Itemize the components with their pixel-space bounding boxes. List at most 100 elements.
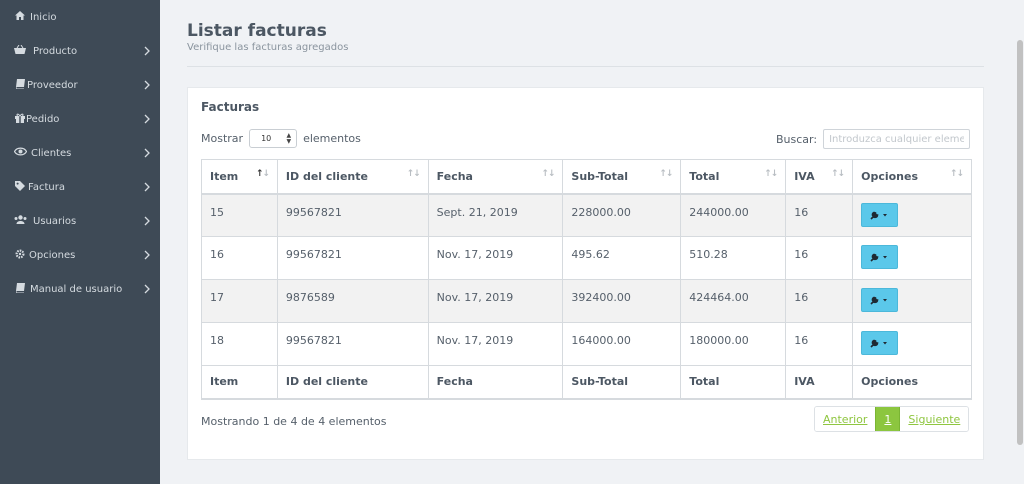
sort-icon: ↑↓ xyxy=(764,169,778,179)
cell-fecha: Nov. 17, 2019 xyxy=(427,279,564,323)
sort-icon: ↑↓ xyxy=(406,169,421,179)
cell-id-cliente: 99567821 xyxy=(276,236,429,280)
search-control: Buscar: xyxy=(776,129,971,149)
cell-id-cliente: 9876589 xyxy=(276,279,429,323)
column-footer-iva: IVA xyxy=(785,365,854,399)
wrench-icon xyxy=(870,211,887,220)
search-label: Buscar: xyxy=(776,132,818,146)
sidebar-item-factura[interactable]: Factura xyxy=(0,172,160,202)
column-header-total[interactable]: Total ↑↓ xyxy=(680,159,787,195)
search-input[interactable] xyxy=(823,129,971,149)
page-length-control: Mostrar 10 ▲ ▼ elementos xyxy=(201,129,361,148)
column-header-item[interactable]: Item ↑↓ xyxy=(201,159,278,195)
page-scrollbar[interactable] xyxy=(1016,0,1024,484)
options-dropdown-button[interactable] xyxy=(861,245,899,269)
wrench-icon xyxy=(870,339,887,348)
cell-item: 15 xyxy=(201,193,278,237)
cell-fecha: Sept. 21, 2019 xyxy=(427,193,564,237)
prev-page-button[interactable]: Anterior xyxy=(815,407,876,431)
page-button-current[interactable]: 1 xyxy=(875,407,901,431)
chevron-right-icon xyxy=(142,80,152,90)
column-header-subtotal[interactable]: Sub-Total ↑↓ xyxy=(562,159,682,195)
book-icon xyxy=(14,282,26,296)
column-footer-item: Item xyxy=(201,365,278,399)
cell-item: 16 xyxy=(201,236,278,280)
sort-asc-icon: ↑↓ xyxy=(255,169,270,179)
elements-label: elementos xyxy=(303,132,361,145)
cell-item: 17 xyxy=(201,279,278,323)
sidebar-item-proveedor[interactable]: Proveedor xyxy=(0,70,160,100)
page-title: Listar facturas xyxy=(187,21,327,41)
show-label: Mostrar xyxy=(201,132,244,145)
sidebar-item-label: Factura xyxy=(28,181,65,193)
cell-opciones xyxy=(852,193,972,237)
cell-subtotal: 495.62 xyxy=(562,236,682,280)
sidebar-item-clientes[interactable]: Clientes xyxy=(0,138,160,168)
sidebar-item-opciones[interactable]: Opciones xyxy=(0,240,160,270)
cell-item: 18 xyxy=(201,322,278,366)
column-footer-total: Total xyxy=(680,365,787,399)
sidebar-item-label: Inicio xyxy=(30,11,57,23)
column-header-label: ID del cliente xyxy=(285,169,368,183)
chevron-right-icon xyxy=(142,250,152,260)
book-icon xyxy=(14,78,26,92)
sidebar-item-pedido[interactable]: Pedido xyxy=(0,104,160,134)
column-footer-opciones: Opciones xyxy=(852,365,972,399)
sidebar-item-inicio[interactable]: Inicio xyxy=(0,2,160,32)
sort-icon: ↑↓ xyxy=(831,169,845,179)
home-icon xyxy=(14,11,26,23)
table-footer-row: Item ID del cliente Fecha Sub-Total Tota… xyxy=(201,365,972,399)
cell-subtotal: 392400.00 xyxy=(562,279,682,323)
cell-subtotal: 228000.00 xyxy=(562,193,682,237)
page-length-value: 10 xyxy=(261,134,272,143)
cell-total: 180000.00 xyxy=(680,322,787,366)
column-header-label: Item xyxy=(210,169,239,183)
facturas-table: Item ↑↓ ID del cliente ↑↓ Fecha ↑↓ Sub-Tota… xyxy=(201,159,972,400)
sidebar-item-label: Pedido xyxy=(26,113,60,125)
table-header-row: Item ↑↓ ID del cliente ↑↓ Fecha ↑↓ Sub-Tota… xyxy=(201,159,972,195)
select-arrows-icon: ▲ ▼ xyxy=(286,132,292,145)
page-length-select[interactable]: 10 ▲ ▼ xyxy=(249,129,298,148)
chevron-right-icon xyxy=(142,182,152,192)
sidebar-item-label: Opciones xyxy=(29,249,76,261)
cell-id-cliente: 99567821 xyxy=(276,193,429,237)
sidebar-item-usuarios[interactable]: Usuarios xyxy=(0,206,160,236)
sidebar-item-manual[interactable]: Manual de usuario xyxy=(0,274,160,304)
sidebar-item-producto[interactable]: Producto xyxy=(0,36,160,66)
eye-icon xyxy=(13,147,28,159)
sidebar: Inicio Producto Proveedor Pedido Cliente… xyxy=(0,0,160,484)
column-header-opciones[interactable]: Opciones ↑↓ xyxy=(852,159,972,195)
wrench-icon xyxy=(870,253,887,262)
sidebar-item-label: Producto xyxy=(33,45,78,57)
cell-total: 510.28 xyxy=(680,236,787,280)
panel-title: Facturas xyxy=(201,100,260,114)
page-subtitle: Verifique las facturas agregados xyxy=(187,42,349,53)
column-header-label: Opciones xyxy=(861,169,919,183)
options-dropdown-button[interactable] xyxy=(861,288,899,312)
options-dropdown-button[interactable] xyxy=(861,202,899,227)
scrollbar-thumb[interactable] xyxy=(1017,40,1023,445)
cell-opciones xyxy=(852,236,972,280)
sort-icon: ↑↓ xyxy=(659,169,673,179)
column-header-label: IVA xyxy=(794,169,815,183)
table-row: 17 9876589 Nov. 17, 2019 392400.00 42446… xyxy=(201,279,972,323)
next-page-button[interactable]: Siguiente xyxy=(900,407,969,431)
table-row: 15 99567821 Sept. 21, 2019 228000.00 244… xyxy=(201,193,972,237)
column-footer-subtotal: Sub-Total xyxy=(562,365,682,399)
column-header-label: Fecha xyxy=(436,169,473,183)
cell-opciones xyxy=(852,322,972,366)
cell-iva: 16 xyxy=(785,279,854,323)
table-row: 16 99567821 Nov. 17, 2019 495.62 510.28 … xyxy=(201,236,972,280)
column-header-fecha[interactable]: Fecha ↑↓ xyxy=(427,159,564,195)
users-icon xyxy=(14,215,27,227)
cell-fecha: Nov. 17, 2019 xyxy=(427,322,564,366)
column-header-iva[interactable]: IVA ↑↓ xyxy=(785,159,854,195)
chevron-right-icon xyxy=(142,46,152,56)
chevron-right-icon xyxy=(142,148,152,158)
options-dropdown-button[interactable] xyxy=(861,331,899,355)
cell-subtotal: 164000.00 xyxy=(562,322,682,366)
gear-icon xyxy=(14,248,26,262)
cell-total: 424464.00 xyxy=(680,279,787,323)
column-header-id-cliente[interactable]: ID del cliente ↑↓ xyxy=(276,159,429,195)
cell-iva: 16 xyxy=(785,322,854,366)
